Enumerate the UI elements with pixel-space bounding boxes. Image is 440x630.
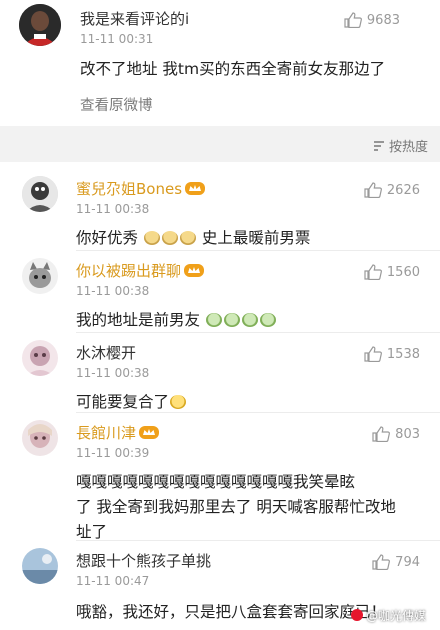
- avatar[interactable]: [22, 420, 58, 456]
- doge-emoji-icon: [143, 231, 160, 245]
- avatar-image: [22, 340, 58, 376]
- avatar[interactable]: [22, 176, 58, 212]
- divider: [76, 332, 440, 333]
- cry-emoji-icon: [241, 313, 258, 327]
- doge-emoji-icon: [179, 231, 196, 245]
- avatar[interactable]: [22, 258, 58, 294]
- comment-username[interactable]: 長館川津: [76, 422, 160, 443]
- vip-crown-icon: [184, 264, 205, 277]
- comment-time: 11-11 00:39: [76, 446, 150, 460]
- vip-crown-icon: [185, 182, 206, 195]
- sort-by-heat-button[interactable]: 按热度: [373, 136, 428, 155]
- comment-text: 你好优秀 史上最暖前男票: [76, 226, 310, 248]
- comment-like-count: 803: [395, 426, 420, 442]
- avatar-image: [22, 420, 58, 456]
- thumbs-up-icon: [364, 182, 382, 198]
- comment-item: 蜜兒尕姐Bones 11-11 00:38 2626 你好优秀 史上最暖前男票: [0, 170, 440, 252]
- watermark: @咖光傳媒: [350, 607, 426, 624]
- comment-username-text: 蜜兒尕姐Bones: [76, 180, 183, 198]
- thumbs-up-icon: [372, 426, 391, 442]
- post-like-button[interactable]: 9683: [344, 10, 400, 30]
- comment-item: 水沐樱开 11-11 00:38 1538 可能要复合了: [0, 334, 440, 414]
- post-text: 改不了地址 我tm买的东西全寄前女友那边了: [80, 60, 386, 78]
- avatar-image: [22, 258, 58, 294]
- avatar-image: [22, 548, 58, 584]
- avatar[interactable]: [22, 340, 58, 376]
- comment-text: 哦豁，我还好，只是把八盒套套寄回家庭已！: [76, 603, 387, 621]
- comment-text-part: 我的地址是前男友: [76, 311, 201, 329]
- comment-time: 11-11 00:38: [76, 366, 150, 380]
- comment-text-part: 可能要复合了: [76, 393, 170, 411]
- comment-time: 11-11 00:38: [76, 284, 150, 298]
- thumbs-up-icon: [364, 264, 382, 280]
- cry-emoji-icon: [259, 313, 276, 327]
- doge-emoji-icon: [161, 231, 178, 245]
- comment-username[interactable]: 水沐樱开: [76, 342, 136, 363]
- cry-emoji-icon: [223, 313, 240, 327]
- avatar[interactable]: [22, 548, 58, 584]
- comment-text-part: 史上最暖前男票: [201, 229, 311, 247]
- comment-text: 可能要复合了: [76, 390, 187, 412]
- sort-bar: 按热度: [0, 126, 440, 162]
- avatar[interactable]: [19, 4, 61, 46]
- cry-emoji-icon: [205, 313, 222, 327]
- post-username[interactable]: 我是来看评论的i: [80, 8, 189, 29]
- comment-like-button[interactable]: 1538: [364, 344, 420, 364]
- comment-username[interactable]: 想跟十个熊孩子单挑: [76, 550, 211, 571]
- comment-like-button[interactable]: 803: [372, 424, 420, 444]
- comment-like-button[interactable]: 2626: [364, 180, 420, 200]
- comment-like-count: 1560: [386, 264, 420, 280]
- thumbs-up-icon: [344, 12, 362, 28]
- comment-time: 11-11 00:38: [76, 202, 150, 216]
- comment-like-count: 1538: [386, 346, 420, 362]
- divider: [76, 250, 440, 251]
- main-post: 我是来看评论的i 11-11 00:31 9683 改不了地址 我tm买的东西全…: [0, 0, 440, 126]
- post-like-count: 9683: [366, 12, 400, 28]
- comment-username[interactable]: 你以被踢出群聊: [76, 260, 205, 281]
- comment-username-text: 你以被踢出群聊: [76, 262, 182, 280]
- comment-text-line: 嘎嘎嘎嘎嘎嘎嘎嘎嘎嘎嘎嘎嘎嘎我笑晕眩: [76, 473, 356, 491]
- avatar-image: [22, 176, 58, 212]
- comment-like-count: 2626: [386, 182, 420, 198]
- divider: [76, 412, 440, 413]
- comment-username[interactable]: 蜜兒尕姐Bones: [76, 178, 206, 199]
- comment-text-line: 址了: [76, 523, 108, 541]
- comment-like-button[interactable]: 1560: [364, 262, 420, 282]
- thumbs-up-icon: [372, 554, 391, 570]
- sort-label: 按热度: [388, 140, 428, 155]
- comment-text-line: 了 我全寄到我妈那里去了 明天喊客服帮忙改地: [76, 498, 396, 516]
- thumbs-up-icon: [364, 346, 382, 362]
- sort-icon: [373, 140, 384, 151]
- comment-item: 長館川津 11-11 00:39 803 嘎嘎嘎嘎嘎嘎嘎嘎嘎嘎嘎嘎嘎嘎我笑晕眩 …: [0, 414, 440, 542]
- comment-item: 你以被踢出群聊 11-11 00:38 1560 我的地址是前男友: [0, 252, 440, 334]
- comment-time: 11-11 00:47: [76, 574, 150, 588]
- comment-like-button[interactable]: 794: [372, 552, 420, 572]
- comment-like-count: 794: [395, 554, 420, 570]
- post-time: 11-11 00:31: [80, 32, 154, 46]
- vip-crown-icon: [139, 426, 160, 439]
- watermark-text: @咖光傳媒: [365, 609, 426, 623]
- weibo-logo-icon: [350, 609, 363, 621]
- divider: [76, 540, 440, 541]
- comment-text-part: 你好优秀: [76, 229, 139, 247]
- avatar-image: [19, 4, 61, 46]
- sly-emoji-icon: [170, 395, 187, 409]
- comment-username-text: 長館川津: [76, 424, 137, 442]
- view-original-link[interactable]: 查看原微博: [80, 94, 153, 115]
- comment-list: 蜜兒尕姐Bones 11-11 00:38 2626 你好优秀 史上最暖前男票 …: [0, 162, 440, 630]
- comment-text: 我的地址是前男友: [76, 308, 277, 330]
